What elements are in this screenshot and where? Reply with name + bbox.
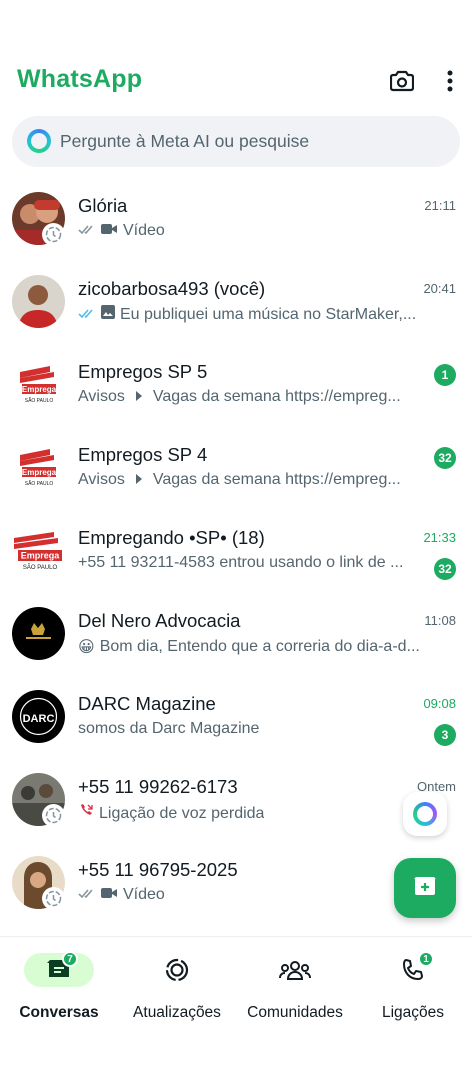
logo-text: Emprega xyxy=(22,385,57,394)
avatar: Emprega SÃO PAULO xyxy=(12,441,65,494)
chat-name: Empregos SP 4 xyxy=(78,444,208,465)
missed-call-icon xyxy=(78,803,94,824)
chat-name: zicobarbosa493 (você) xyxy=(78,278,266,299)
avatar: Emprega SÃO PAULO xyxy=(12,358,65,411)
new-chat-button[interactable] xyxy=(394,858,456,918)
new-chat-icon xyxy=(413,876,437,901)
chat-preview: +55 11 93211-4583 entrou usando o link d… xyxy=(78,554,428,572)
chat-preview-text: Eu publiquei uma música no StarMaker,... xyxy=(120,305,417,323)
nav-label: Comunidades xyxy=(247,1004,343,1021)
chat-preview: 😀 Bom dia, Entendo que a correria do dia… xyxy=(78,637,428,657)
chat-preview: Eu publiquei uma música no StarMaker,... xyxy=(78,305,428,324)
chat-item[interactable]: Emprega SÃO PAULO Empregos SP 4 32 Avisos… xyxy=(0,429,472,512)
calls-icon xyxy=(378,953,448,987)
chat-time: 09:08 xyxy=(423,696,456,711)
avatar xyxy=(12,607,65,660)
chat-time: 21:33 xyxy=(423,530,456,545)
chat-name: Glória xyxy=(78,195,128,216)
logo-text: Emprega xyxy=(21,551,61,561)
status-ring-icon xyxy=(42,223,65,246)
chat-item[interactable]: Emprega SÃO PAULO Empregando •SP• (18) 21… xyxy=(0,512,472,595)
chat-preview-text: Ligação de voz perdida xyxy=(99,804,265,822)
app-header: WhatsApp xyxy=(0,55,472,107)
nav-badge: 7 xyxy=(62,951,78,967)
chat-sender: Avisos xyxy=(78,388,125,405)
unread-badge: 1 xyxy=(434,364,456,386)
status-ring-icon xyxy=(42,804,65,827)
tab-communities[interactable]: Comunidades xyxy=(236,949,354,1029)
chat-name: DARC Magazine xyxy=(78,693,216,714)
chat-preview-text: Vídeo xyxy=(123,886,165,903)
chat-name: Empregos SP 5 xyxy=(78,361,208,382)
chat-sender: Avisos xyxy=(78,471,125,488)
chat-preview-text: somos da Darc Magazine xyxy=(78,720,260,737)
app-title: WhatsApp xyxy=(17,65,143,93)
communities-icon xyxy=(260,953,330,987)
chat-name: Del Nero Advocacia xyxy=(78,610,241,631)
emoji-icon: 😀 xyxy=(78,639,95,656)
nav-label: Atualizações xyxy=(133,1004,221,1021)
double-check-icon xyxy=(78,222,96,240)
chat-item[interactable]: Emprega SÃO PAULO Empregos SP 5 1 Avisos … xyxy=(0,346,472,429)
chat-time: 11:08 xyxy=(424,613,456,628)
logo-subtext: SÃO PAULO xyxy=(25,480,54,487)
more-vertical-icon[interactable] xyxy=(436,67,464,95)
chat-preview-text: Bom dia, Entendo que a correria do dia-a… xyxy=(99,638,420,655)
logo-text: Emprega xyxy=(22,468,57,477)
chat-preview: Avisos Vagas da semana https://empreg... xyxy=(78,388,428,406)
unread-badge: 3 xyxy=(434,724,456,746)
chat-name: +55 11 99262-6173 xyxy=(78,776,238,797)
chat-preview-text: Vagas da semana https://empreg... xyxy=(152,388,401,405)
image-icon xyxy=(101,305,115,324)
bottom-nav: 7 Conversas Atualizações Comunidades 1 L… xyxy=(0,936,472,1076)
meta-ai-icon xyxy=(27,129,51,153)
nav-label: Ligações xyxy=(381,1004,445,1021)
chat-item[interactable]: +55 11 99262-6173 Ontem Ligação de voz p… xyxy=(0,761,472,844)
chat-item[interactable]: Glória 21:11 Vídeo xyxy=(0,180,472,263)
avatar xyxy=(12,275,65,328)
meta-ai-icon xyxy=(413,802,437,826)
tab-chats[interactable]: 7 Conversas xyxy=(0,949,118,1029)
chat-preview-text: +55 11 93211-4583 entrou usando o link d… xyxy=(78,554,404,571)
unread-badge: 32 xyxy=(434,447,456,469)
logo-subtext: SÃO PAULO xyxy=(23,564,58,571)
chat-name: Empregando •SP• (18) xyxy=(78,527,265,548)
tab-calls[interactable]: 1 Ligações xyxy=(354,949,472,1029)
chat-preview: Ligação de voz perdida xyxy=(78,803,428,824)
avatar: Emprega SÃO PAULO xyxy=(12,524,65,577)
unread-badge: 32 xyxy=(434,558,456,580)
search-bar[interactable]: Pergunte à Meta AI ou pesquise xyxy=(12,116,460,167)
nav-badge: 1 xyxy=(418,951,434,967)
chat-item[interactable]: DARC DARC Magazine 09:08 3 somos da Darc… xyxy=(0,678,472,761)
avatar: DARC xyxy=(12,690,65,743)
updates-icon xyxy=(142,953,212,987)
search-placeholder: Pergunte à Meta AI ou pesquise xyxy=(60,131,310,151)
chat-preview: Vídeo xyxy=(78,886,428,904)
logo-text: DARC xyxy=(23,713,55,725)
chat-preview-text: Vagas da semana https://empreg... xyxy=(152,471,401,488)
chat-preview: Vídeo xyxy=(78,222,428,240)
logo-subtext: SÃO PAULO xyxy=(25,397,54,404)
status-ring-icon xyxy=(42,887,65,910)
video-icon xyxy=(101,886,118,904)
chat-list: Glória 21:11 Vídeo zicobarbosa493 (você)… xyxy=(0,180,472,927)
double-check-read-icon xyxy=(78,306,96,324)
chat-preview-text: Vídeo xyxy=(123,222,165,239)
double-check-icon xyxy=(78,886,96,904)
tab-updates[interactable]: Atualizações xyxy=(118,949,236,1029)
caret-right-icon xyxy=(135,388,142,406)
caret-right-icon xyxy=(135,471,142,489)
chat-preview: Avisos Vagas da semana https://empreg... xyxy=(78,471,428,489)
camera-icon[interactable] xyxy=(388,67,416,95)
chat-item[interactable]: zicobarbosa493 (você) 20:41 Eu publiquei… xyxy=(0,263,472,346)
chats-icon xyxy=(24,953,94,987)
chat-item[interactable]: Del Nero Advocacia 11:08 😀 Bom dia, Ente… xyxy=(0,595,472,678)
video-icon xyxy=(101,222,118,240)
chat-preview: somos da Darc Magazine xyxy=(78,720,428,738)
meta-ai-button[interactable] xyxy=(403,792,447,836)
chat-time: 21:11 xyxy=(424,198,456,213)
chat-time: 20:41 xyxy=(423,281,456,296)
chat-name: +55 11 96795-2025 xyxy=(78,859,238,880)
nav-label: Conversas xyxy=(19,1004,99,1021)
